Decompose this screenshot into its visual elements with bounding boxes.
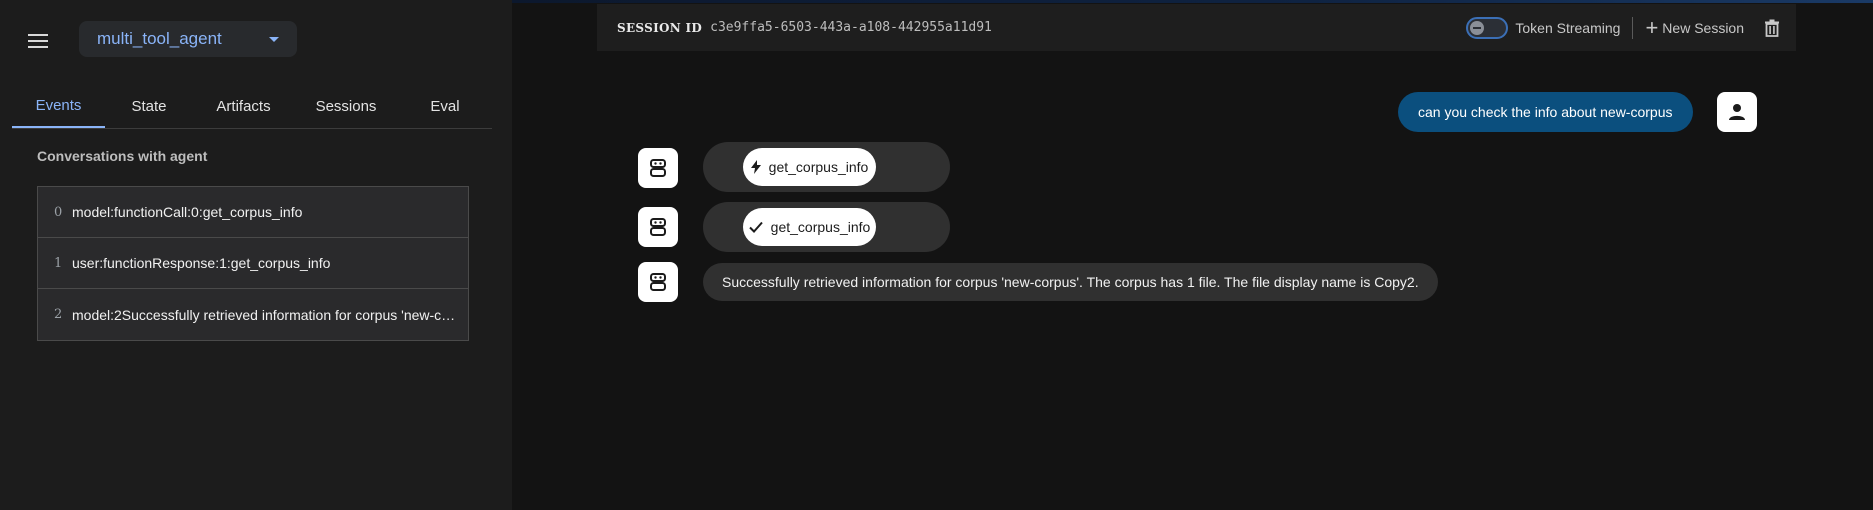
- menu-icon[interactable]: [28, 30, 50, 52]
- check-icon: [748, 221, 763, 233]
- toggle-knob: [1470, 20, 1485, 35]
- event-row[interactable]: 1 user:functionResponse:1:get_corpus_inf…: [38, 238, 468, 289]
- function-response-container: get_corpus_info: [703, 202, 950, 252]
- function-response-name: get_corpus_info: [770, 219, 871, 235]
- tab-events[interactable]: Events: [12, 84, 105, 128]
- bot-avatar: [638, 262, 678, 302]
- sidebar-tabs: Events State Artifacts Sessions Eval: [12, 84, 492, 129]
- event-row[interactable]: 0 model:functionCall:0:get_corpus_info: [38, 187, 468, 238]
- tab-state[interactable]: State: [105, 84, 193, 128]
- function-call-chip[interactable]: get_corpus_info: [743, 148, 876, 186]
- robot-icon: [650, 218, 666, 236]
- event-text: model:functionCall:0:get_corpus_info: [72, 204, 303, 220]
- person-icon: [1729, 104, 1745, 120]
- event-list: 0 model:functionCall:0:get_corpus_info 1…: [37, 186, 469, 341]
- user-avatar: [1717, 92, 1757, 132]
- trash-icon[interactable]: [1764, 19, 1780, 37]
- session-id-label: SESSION ID: [617, 20, 703, 35]
- session-header: SESSION ID c3e9ffa5-6503-443a-a108-44295…: [597, 4, 1796, 51]
- tab-artifacts[interactable]: Artifacts: [193, 84, 294, 128]
- user-message-bubble: can you check the info about new-corpus: [1398, 92, 1693, 132]
- sidebar: multi_tool_agent Events State Artifacts …: [0, 0, 512, 510]
- divider: [1632, 16, 1634, 39]
- event-text: user:functionResponse:1:get_corpus_info: [72, 255, 331, 271]
- function-call-container: get_corpus_info: [703, 142, 950, 192]
- bot-message-bubble: Successfully retrieved information for c…: [703, 263, 1438, 301]
- event-text: model:2Successfully retrieved informatio…: [72, 306, 460, 323]
- robot-icon: [650, 159, 666, 177]
- chevron-down-icon: [269, 36, 279, 42]
- robot-icon: [650, 273, 666, 291]
- event-index: 0: [54, 204, 63, 220]
- token-streaming-label: Token Streaming: [1515, 19, 1621, 36]
- tab-eval[interactable]: Eval: [398, 84, 492, 128]
- bot-avatar: [638, 148, 678, 188]
- function-response-chip[interactable]: get_corpus_info: [743, 208, 876, 246]
- tab-sessions[interactable]: Sessions: [294, 84, 398, 128]
- function-call-name: get_corpus_info: [768, 159, 869, 175]
- event-index: 1: [54, 255, 63, 271]
- bolt-icon: [750, 160, 761, 174]
- plus-icon: +: [1645, 14, 1659, 40]
- bot-avatar: [638, 207, 678, 247]
- token-streaming-toggle[interactable]: [1466, 16, 1509, 39]
- new-session-label: New Session: [1662, 19, 1744, 36]
- event-row[interactable]: 2 model:2Successfully retrieved informat…: [38, 289, 468, 340]
- section-title: Conversations with agent: [37, 148, 208, 164]
- session-id-value: c3e9ffa5-6503-443a-a108-442955a11d91: [710, 20, 992, 35]
- new-session-button[interactable]: + New Session: [1645, 14, 1744, 40]
- event-index: 2: [54, 307, 63, 322]
- agent-select[interactable]: multi_tool_agent: [79, 21, 297, 57]
- agent-select-value: multi_tool_agent: [97, 29, 222, 48]
- header-actions: Token Streaming + New Session: [1466, 4, 1780, 51]
